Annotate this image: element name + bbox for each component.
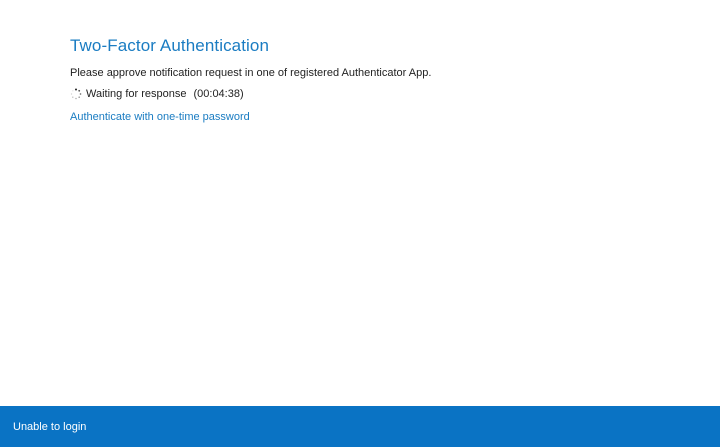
unable-to-login-link[interactable]: Unable to login bbox=[13, 420, 86, 434]
countdown-timer: (00:04:38) bbox=[193, 88, 244, 100]
page-title: Two-Factor Authentication bbox=[70, 36, 270, 55]
otp-auth-link[interactable]: Authenticate with one-time password bbox=[70, 110, 250, 124]
status-text: Waiting for response bbox=[86, 88, 187, 100]
footer-bar: Unable to login bbox=[0, 406, 720, 447]
loading-spinner-icon bbox=[70, 88, 82, 100]
instruction-text: Please approve notification request in o… bbox=[70, 67, 432, 79]
status-row: Waiting for response (00:04:38) bbox=[70, 87, 700, 101]
two-factor-page: Two-Factor Authentication Please approve… bbox=[0, 0, 720, 447]
auth-panel: Two-Factor Authentication Please approve… bbox=[70, 36, 700, 125]
